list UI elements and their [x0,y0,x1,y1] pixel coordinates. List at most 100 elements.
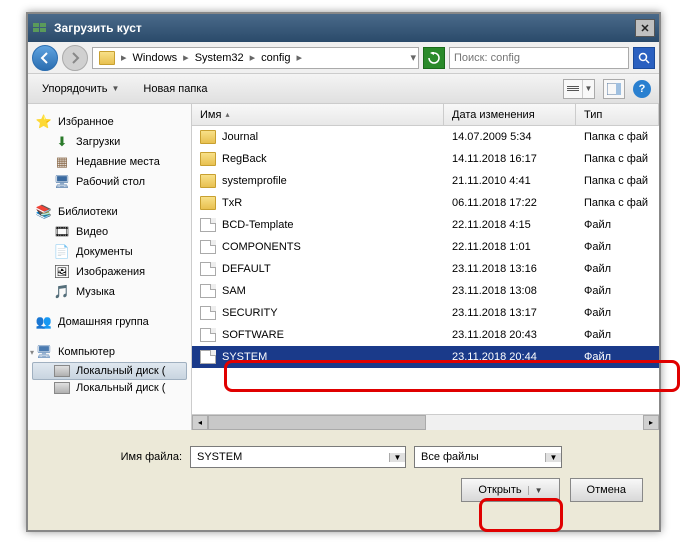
file-type: Файл [584,263,611,275]
file-date: 14.11.2018 16:17 [452,153,537,165]
filter-combo[interactable]: Все файлы ▼ [414,446,562,468]
file-rows[interactable]: Journal14.07.2009 5:34Папка с фай RegBack… [192,126,659,414]
back-button[interactable] [32,45,58,71]
file-row[interactable]: BCD-Template22.11.2018 4:15Файл [192,214,659,236]
sidebar-favorites-header[interactable]: ⭐ Избранное [32,112,187,132]
file-date: 14.07.2009 5:34 [452,131,532,143]
file-icon [200,328,216,342]
file-icon [200,218,216,232]
breadcrumb-segment[interactable]: Windows [129,52,182,64]
file-row[interactable]: SOFTWARE23.11.2018 20:43Файл [192,324,659,346]
search-button[interactable] [633,47,655,69]
file-row[interactable]: SAM 23.11.2018 13:08 Файл [192,280,659,302]
chevron-right-icon[interactable]: ▸ [121,51,127,64]
file-type: Файл [584,285,611,297]
file-row[interactable]: SECURITY23.11.2018 13:17Файл [192,302,659,324]
breadcrumb-segment[interactable]: config [257,52,294,64]
forward-button[interactable] [62,45,88,71]
chevron-down-icon[interactable]: ▼ [545,453,561,462]
search-box[interactable] [449,47,629,69]
file-date: 06.11.2018 17:22 [452,197,537,209]
sidebar-item-videos[interactable]: 🎞Видео [32,222,187,242]
file-row[interactable]: systemprofile21.11.2010 4:41Папка с фай [192,170,659,192]
file-date: 23.11.2018 13:16 [452,263,537,275]
chevron-down-icon[interactable]: ▼ [389,453,405,462]
file-type: Файл [584,307,611,319]
sidebar-item-music[interactable]: 🎵Музыка [32,282,187,302]
sidebar-item-downloads[interactable]: ⬇Загрузки [32,132,187,152]
chevron-right-icon[interactable]: ▸ [250,51,256,64]
sidebar-item-drive[interactable]: Локальный диск ( [32,362,187,380]
file-type: Папка с фай [584,175,648,187]
file-name: systemprofile [222,175,287,187]
folder-icon [200,174,216,188]
sidebar-libraries-header[interactable]: 📚 Библиотеки [32,202,187,222]
sidebar-label: Избранное [58,116,114,128]
file-row[interactable]: TxR06.11.2018 17:22Папка с фай [192,192,659,214]
close-button[interactable]: ✕ [635,19,655,37]
column-date[interactable]: Дата изменения [444,104,576,125]
music-icon: 🎵 [54,284,70,300]
file-row[interactable]: Journal14.07.2009 5:34Папка с фай [192,126,659,148]
file-row[interactable]: RegBack14.11.2018 16:17Папка с фай [192,148,659,170]
help-button[interactable]: ? [633,80,651,98]
sidebar-computer-header[interactable]: ▾ 🖥 Компьютер [32,342,187,362]
file-name: DEFAULT [222,263,271,275]
chevron-right-icon[interactable]: ▸ [297,51,303,64]
scroll-thumb[interactable] [208,415,426,430]
file-name: SAM [222,285,246,297]
file-icon [200,306,216,320]
chevron-right-icon[interactable]: ▸ [183,51,189,64]
sidebar-item-desktop[interactable]: 🖥Рабочий стол [32,172,187,192]
picture-icon: 🖼 [54,264,70,280]
file-name: RegBack [222,153,267,165]
file-name: SECURITY [222,307,278,319]
file-row[interactable]: COMPONENTS22.11.2018 1:01Файл [192,236,659,258]
file-row[interactable]: SYSTEM23.11.2018 20:44Файл [192,346,659,368]
cancel-label: Отмена [587,484,626,496]
cancel-button[interactable]: Отмена [570,478,643,502]
scroll-right-button[interactable]: ▸ [643,415,659,430]
folder-icon [95,51,119,65]
file-type: Файл [584,329,611,341]
horizontal-scrollbar[interactable]: ◂ ▸ [192,414,659,430]
chevron-down-icon[interactable]: ▾ [410,51,416,64]
scroll-track[interactable] [208,415,643,430]
sidebar-item-documents[interactable]: 📄Документы [32,242,187,262]
file-list-area: Имя▴ Дата изменения Тип Journal14.07.200… [192,104,659,430]
expand-icon[interactable]: ▾ [30,348,34,357]
column-name[interactable]: Имя▴ [192,104,444,125]
folder-icon [200,196,216,210]
organize-button[interactable]: Упорядочить ▼ [36,81,125,97]
titlebar[interactable]: Загрузить куст ✕ [28,14,659,42]
refresh-button[interactable] [423,47,445,69]
sort-asc-icon: ▴ [225,110,229,119]
chevron-down-icon[interactable]: ▼ [528,486,543,495]
sidebar-item-recent[interactable]: ▦Недавние места [32,152,187,172]
scroll-left-button[interactable]: ◂ [192,415,208,430]
drive-icon [54,365,70,377]
breadcrumb-segment[interactable]: System32 [191,52,248,64]
search-input[interactable] [454,52,624,64]
file-name: BCD-Template [222,219,294,231]
new-folder-button[interactable]: Новая папка [137,81,213,97]
column-type[interactable]: Тип [576,104,659,125]
file-type: Файл [584,351,611,363]
view-button[interactable]: ▼ [563,79,595,99]
filename-combo[interactable]: SYSTEM ▼ [190,446,406,468]
sidebar-item-drive[interactable]: Локальный диск ( [32,380,187,396]
window-title: Загрузить куст [54,21,635,35]
file-date: 23.11.2018 13:08 [452,285,537,297]
sidebar-homegroup-header[interactable]: 👥 Домашняя группа [32,312,187,332]
filename-value[interactable]: SYSTEM [191,451,389,463]
homegroup-icon: 👥 [36,314,52,330]
breadcrumb[interactable]: ▸ Windows ▸ System32 ▸ config ▸ ▾ [92,47,419,69]
open-button[interactable]: Открыть ▼ [461,478,559,502]
sidebar-label: Домашняя группа [58,316,149,328]
preview-pane-button[interactable] [603,79,625,99]
toolbar: Упорядочить ▼ Новая папка ▼ ? [28,74,659,104]
sidebar-item-pictures[interactable]: 🖼Изображения [32,262,187,282]
recent-icon: ▦ [54,154,70,170]
file-row[interactable]: DEFAULT 23.11.2018 13:16 Файл [192,258,659,280]
folder-icon [200,130,216,144]
